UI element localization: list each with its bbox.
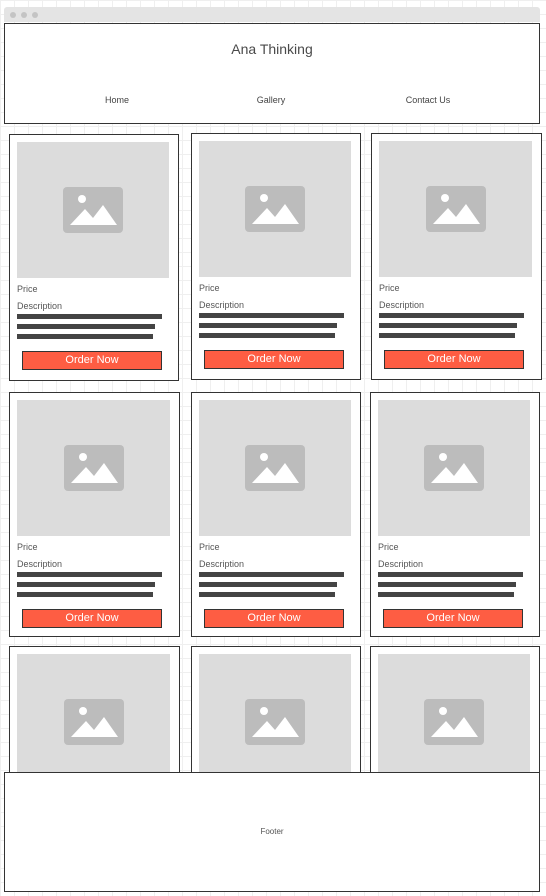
- product-price-label: Price: [199, 542, 220, 552]
- description-text-line: [199, 592, 335, 597]
- product-image: [378, 400, 530, 536]
- window-dot-icon: [21, 12, 27, 18]
- image-placeholder-icon: [63, 445, 124, 491]
- site-title: Ana Thinking: [231, 41, 313, 57]
- product-card: Price Description Order Now: [370, 392, 540, 637]
- product-card: Price Description Order Now: [9, 392, 180, 637]
- window-titlebar: [4, 7, 540, 22]
- description-text-line: [17, 592, 153, 597]
- image-placeholder-icon: [424, 445, 484, 491]
- description-text-line: [378, 582, 516, 587]
- image-placeholder-icon: [424, 699, 484, 745]
- product-image: [17, 400, 170, 536]
- description-text-line: [379, 333, 515, 338]
- product-card: PriceDescriptionOrder Now: [191, 646, 361, 776]
- product-card: PriceDescriptionOrder Now: [9, 646, 180, 776]
- product-card: Price Description Order Now: [191, 392, 361, 637]
- product-image: [199, 141, 351, 277]
- image-placeholder-icon: [63, 187, 123, 233]
- order-now-button[interactable]: Order Now: [22, 351, 162, 370]
- product-price-label: Price: [379, 283, 400, 293]
- footer-text: Footer: [260, 827, 284, 836]
- product-description-label: Description: [17, 301, 63, 311]
- product-price-label: Price: [199, 283, 220, 293]
- description-text-line: [199, 313, 344, 318]
- product-image: [199, 654, 351, 775]
- nav-contact-us[interactable]: Contact Us: [406, 95, 451, 105]
- product-card: PriceDescriptionOrder Now: [370, 646, 540, 776]
- image-placeholder-icon: [245, 186, 305, 232]
- description-text-line: [378, 592, 514, 597]
- description-text-line: [199, 572, 344, 577]
- image-placeholder-icon: [245, 699, 305, 745]
- product-price-label: Price: [17, 542, 38, 552]
- product-description-label: Description: [199, 559, 245, 569]
- product-description-label: Description: [199, 300, 245, 310]
- product-image: [378, 654, 530, 775]
- product-card: Price Description Order Now: [9, 134, 179, 381]
- description-text-line: [199, 582, 337, 587]
- site-header: Ana Thinking Home Gallery Contact Us: [4, 23, 540, 124]
- image-placeholder-icon: [425, 186, 486, 232]
- nav-gallery[interactable]: Gallery: [257, 95, 286, 105]
- order-now-button[interactable]: Order Now: [204, 609, 344, 628]
- description-text-line: [199, 333, 335, 338]
- product-price-label: Price: [17, 284, 38, 294]
- product-card: Price Description Order Now: [371, 133, 542, 380]
- description-text-line: [17, 572, 162, 577]
- description-text-line: [17, 334, 153, 339]
- image-placeholder-icon: [63, 699, 124, 745]
- product-card: Price Description Order Now: [191, 133, 361, 380]
- product-image: [17, 142, 169, 278]
- description-text-line: [17, 582, 155, 587]
- image-placeholder-icon: [245, 445, 305, 491]
- order-now-button[interactable]: Order Now: [204, 350, 344, 369]
- product-image: [199, 400, 351, 536]
- product-description-label: Description: [379, 300, 425, 310]
- description-text-line: [379, 323, 517, 328]
- description-text-line: [378, 572, 523, 577]
- product-image: [17, 654, 170, 775]
- window-dot-icon: [32, 12, 38, 18]
- product-description-label: Description: [378, 559, 424, 569]
- order-now-button[interactable]: Order Now: [22, 609, 162, 628]
- description-text-line: [199, 323, 337, 328]
- order-now-button[interactable]: Order Now: [383, 609, 523, 628]
- product-description-label: Description: [17, 559, 63, 569]
- description-text-line: [17, 324, 155, 329]
- order-now-button[interactable]: Order Now: [384, 350, 524, 369]
- site-footer: Footer: [4, 772, 540, 892]
- description-text-line: [17, 314, 162, 319]
- nav-home[interactable]: Home: [105, 95, 129, 105]
- product-image: [379, 141, 532, 277]
- product-price-label: Price: [378, 542, 399, 552]
- description-text-line: [379, 313, 524, 318]
- window-dot-icon: [10, 12, 16, 18]
